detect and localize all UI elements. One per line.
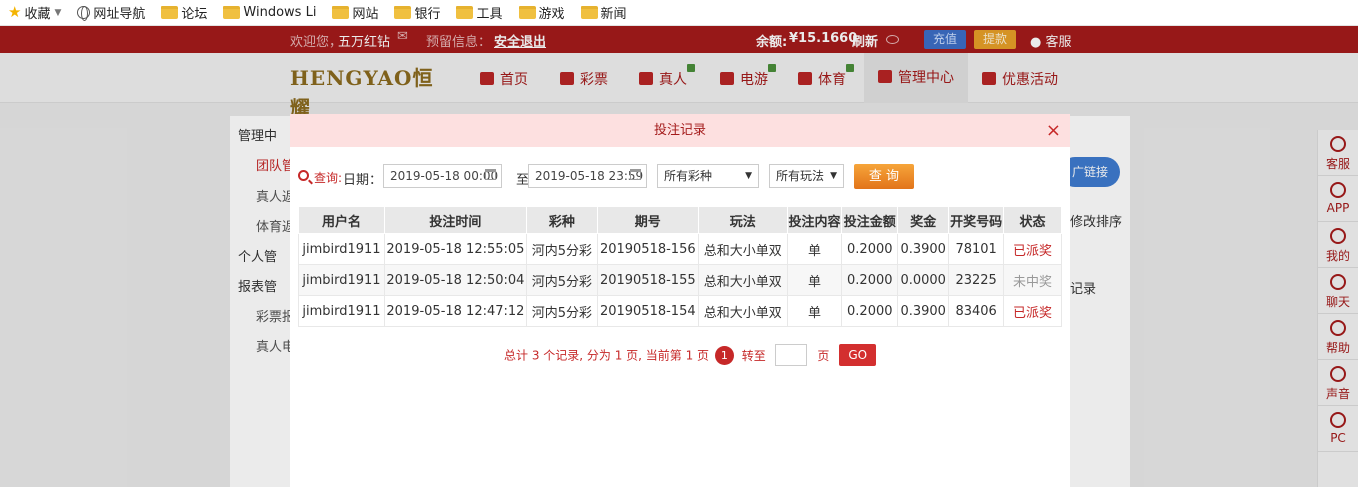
- column-header: 玩法: [697, 206, 788, 234]
- folder-icon: [161, 6, 179, 19]
- cell-time: 2019-05-18 12:55:05: [383, 233, 527, 265]
- close-icon[interactable]: ×: [1046, 114, 1061, 147]
- bet-record-modal: 投注记录 × 查询: 日期： 至 所有彩种 ▼ 所有玩法 ▼ 查 询 用户名 投…: [290, 114, 1070, 487]
- cell-amount: 0.2000: [841, 295, 899, 327]
- cell-issue: 20190518-155: [596, 264, 699, 296]
- cell-play: 总和大小单双: [697, 264, 788, 296]
- cell-amount: 0.2000: [841, 233, 899, 265]
- modal-header: 投注记录 ×: [290, 114, 1070, 147]
- cell-prize: 0.3900: [897, 233, 950, 265]
- column-header: 开奖号码: [948, 206, 1005, 234]
- calendar-icon[interactable]: [630, 169, 641, 180]
- chevron-down-icon: ▼: [830, 171, 837, 181]
- cell-time: 2019-05-18 12:50:04: [383, 264, 527, 296]
- cell-play: 总和大小单双: [697, 233, 788, 265]
- go-button[interactable]: GO: [839, 344, 877, 366]
- bet-record-table: 用户名 投注时间 彩种 期号 玩法 投注内容 投注金额 奖金 开奖号码 状态 j…: [298, 206, 1062, 327]
- cell-user: jimbird1911: [298, 233, 385, 265]
- lottery-select-value: 所有彩种: [664, 169, 713, 183]
- cell-content: 单: [786, 264, 843, 296]
- bookmark-label: Windows Li: [243, 5, 317, 20]
- query-label: 查询:: [314, 171, 343, 185]
- bookmark-folder[interactable]: 网站: [332, 3, 378, 22]
- column-header: 投注内容: [786, 206, 843, 234]
- star-icon: ★: [8, 3, 22, 21]
- table-row[interactable]: jimbird1911 2019-05-18 12:55:05 河内5分彩 20…: [298, 233, 1062, 265]
- cell-number: 23225: [948, 264, 1005, 296]
- cell-issue: 20190518-156: [596, 233, 699, 265]
- bookmark-label: 网址导航: [93, 7, 146, 22]
- cell-number: 83406: [948, 295, 1005, 327]
- folder-icon: [518, 6, 536, 19]
- play-select[interactable]: 所有玩法 ▼: [769, 164, 844, 188]
- column-header: 投注金额: [841, 206, 899, 234]
- bookmark-folder[interactable]: 论坛: [161, 3, 207, 22]
- cell-content: 单: [786, 233, 843, 265]
- cell-prize: 0.0000: [897, 264, 950, 296]
- globe-icon: [77, 6, 91, 21]
- folder-icon: [456, 6, 474, 19]
- column-header: 奖金: [897, 206, 950, 234]
- bookmark-label: 新闻: [600, 7, 627, 22]
- folder-icon: [223, 6, 241, 19]
- cell-lottery: 河内5分彩: [525, 233, 598, 265]
- calendar-icon[interactable]: [485, 169, 496, 180]
- pagination: 总计 3 个记录, 分为 1 页, 当前第 1 页 1 转至 页 GO: [290, 344, 1070, 366]
- cell-time: 2019-05-18 12:47:12: [383, 295, 527, 327]
- goto-page-input[interactable]: [774, 344, 807, 366]
- folder-icon: [580, 6, 598, 19]
- bookmark-folder[interactable]: Windows Li: [223, 5, 316, 20]
- cell-prize: 0.3900: [897, 295, 950, 327]
- modal-title: 投注记录: [653, 123, 706, 138]
- chevron-down-icon: ▼: [745, 171, 752, 181]
- table-row[interactable]: jimbird1911 2019-05-18 12:47:12 河内5分彩 20…: [298, 295, 1062, 327]
- column-header: 期号: [596, 206, 699, 234]
- bookmark-label: 网站: [352, 7, 379, 22]
- cell-number: 78101: [948, 233, 1005, 265]
- page-number-current[interactable]: 1: [714, 345, 734, 365]
- table-header-row: 用户名 投注时间 彩种 期号 玩法 投注内容 投注金额 奖金 开奖号码 状态: [298, 206, 1062, 234]
- cell-amount: 0.2000: [841, 264, 899, 296]
- cell-user: jimbird1911: [298, 264, 385, 296]
- play-select-value: 所有玩法: [776, 169, 825, 183]
- bookmark-folder[interactable]: 新闻: [580, 3, 627, 22]
- cell-status: 已派奖: [1003, 295, 1062, 327]
- bookmark-folder[interactable]: 银行: [394, 3, 440, 22]
- cell-issue: 20190518-154: [596, 295, 699, 327]
- cell-status: 未中奖: [1003, 264, 1062, 296]
- bookmarks-bar: ★ 收藏 ▼ 网址导航 论坛 Windows Li 网站 银行 工具 游戏 新闻: [0, 0, 1358, 26]
- lottery-select[interactable]: 所有彩种 ▼: [657, 164, 759, 188]
- cell-play: 总和大小单双: [697, 295, 788, 327]
- goto-label: 转至: [741, 348, 766, 363]
- bookmark-label: 银行: [414, 7, 441, 22]
- bookmark-nav[interactable]: 网址导航: [77, 3, 145, 22]
- search-icon: [298, 170, 309, 181]
- column-header: 用户名: [298, 206, 385, 234]
- bookmark-label: 游戏: [538, 7, 565, 22]
- folder-icon: [394, 6, 412, 19]
- date-label: 日期：: [343, 173, 383, 188]
- bookmark-folder[interactable]: 工具: [456, 3, 503, 22]
- query-form: 查询: 日期： 至 所有彩种 ▼ 所有玩法 ▼ 查 询: [298, 164, 1068, 190]
- cell-content: 单: [786, 295, 843, 327]
- column-header: 彩种: [525, 206, 598, 234]
- pagination-summary: 总计 3 个记录, 分为 1 页, 当前第 1 页: [504, 348, 710, 363]
- cell-lottery: 河内5分彩: [525, 295, 598, 327]
- bookmark-label: 收藏: [24, 7, 51, 22]
- bookmark-favorites[interactable]: ★ 收藏 ▼: [8, 3, 62, 23]
- cell-status: 已派奖: [1003, 233, 1062, 265]
- bookmark-folder[interactable]: 游戏: [518, 3, 565, 22]
- bookmark-label: 论坛: [181, 7, 208, 22]
- cell-lottery: 河内5分彩: [525, 264, 598, 296]
- column-header: 投注时间: [383, 206, 527, 234]
- folder-icon: [332, 6, 350, 19]
- page-label: 页: [817, 348, 830, 363]
- column-header: 状态: [1003, 206, 1062, 234]
- table-row[interactable]: jimbird1911 2019-05-18 12:50:04 河内5分彩 20…: [298, 264, 1062, 296]
- chevron-down-icon: ▼: [54, 7, 62, 18]
- query-button[interactable]: 查 询: [854, 164, 914, 189]
- cell-user: jimbird1911: [298, 295, 385, 327]
- bookmark-label: 工具: [476, 7, 503, 22]
